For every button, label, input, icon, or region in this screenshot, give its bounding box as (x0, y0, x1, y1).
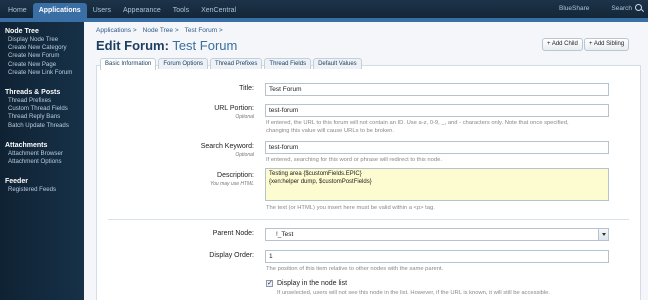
breadcrumb-test-forum[interactable]: Test Forum > (185, 27, 223, 34)
url-portion-hint-line: If entered, the URL to this forum will n… (266, 120, 569, 126)
sidebar-section-node-tree: Node Tree Display Node Tree Create New C… (0, 26, 84, 77)
search-keyword-hint: If entered, searching for this word or p… (266, 157, 442, 163)
display-order-input[interactable]: 1 (265, 250, 609, 263)
sidebar-heading[interactable]: Feeder (0, 176, 84, 186)
search-keyword-label: Search Keyword: (200, 143, 254, 150)
sidebar-item-create-link-forum[interactable]: Create New Link Forum (0, 69, 84, 77)
sidebar-heading[interactable]: Attachments (0, 140, 84, 150)
display-in-node-list-label[interactable]: Display in the node list (277, 280, 347, 287)
display-in-node-list-hint: If unselected, users will not see this n… (277, 290, 551, 296)
tab-basic-information[interactable]: Basic Information (100, 58, 157, 70)
breadcrumb-node-tree[interactable]: Node Tree > (143, 27, 179, 34)
sidebar-item-create-page[interactable]: Create New Page (0, 61, 84, 69)
blueshare-link[interactable]: BlueShare (559, 3, 589, 15)
parent-node-select[interactable]: !_Test (265, 228, 609, 241)
tab-home[interactable]: Home (2, 3, 33, 18)
sidebar-heading[interactable]: Threads & Posts (0, 87, 84, 97)
description-hint: The text (or HTML) you insert here must … (266, 205, 435, 211)
description-line: Testing area {$customFields.EPIC} (269, 171, 362, 177)
breadcrumb-applications[interactable]: Applications > (96, 27, 137, 34)
description-textarea[interactable]: Testing area {$customFields.EPIC} {xen:h… (265, 168, 609, 201)
sidebar-item-attachment-options[interactable]: Attachment Options (0, 158, 84, 166)
top-nav: Home Applications Users Appearance Tools… (2, 3, 242, 18)
url-portion-input[interactable]: test-forum (265, 104, 609, 117)
page-title: Edit Forum: Test Forum (96, 38, 237, 53)
sidebar-item-thread-prefixes[interactable]: Thread Prefixes (0, 97, 84, 105)
parent-node-label: Parent Node: (212, 230, 254, 237)
search-keyword-optional: Optional (235, 152, 254, 158)
main-content: Applications > Node Tree > Test Forum > … (84, 22, 648, 300)
tab-applications[interactable]: Applications (32, 3, 87, 18)
sidebar-heading[interactable]: Node Tree (0, 26, 84, 36)
sidebar-item-attachment-browser[interactable]: Attachment Browser (0, 150, 84, 158)
search-label: Search (611, 5, 632, 12)
sidebar: Node Tree Display Node Tree Create New C… (0, 22, 84, 300)
url-portion-hint: If entered, the URL to this forum will n… (266, 120, 606, 135)
parent-node-value: !_Test (276, 231, 294, 238)
url-portion-optional: Optional (235, 114, 254, 120)
description-line: {xen:helper dump, $customPostFields} (269, 178, 372, 185)
top-navigation-bar: Home Applications Users Appearance Tools… (0, 0, 648, 18)
sidebar-section-threads: Threads & Posts Thread Prefixes Custom T… (0, 87, 84, 130)
description-sublabel: You may use HTML (210, 181, 254, 187)
add-child-button[interactable]: + Add Child (542, 38, 583, 51)
sidebar-item-custom-thread-fields[interactable]: Custom Thread Fields (0, 105, 84, 113)
title-input[interactable]: Test Forum (265, 83, 609, 96)
add-sibling-button[interactable]: + Add Sibling (584, 38, 630, 51)
tab-default-values[interactable]: Default Values (313, 58, 362, 69)
search-icon (635, 4, 642, 11)
tab-thread-fields[interactable]: Thread Fields (264, 58, 312, 69)
sidebar-item-batch-update-threads[interactable]: Batch Update Threads (0, 122, 84, 130)
tab-users[interactable]: Users (87, 3, 117, 18)
tab-xencentral[interactable]: XenCentral (195, 3, 242, 18)
form-divider (108, 219, 629, 220)
sidebar-item-registered-feeds[interactable]: Registered Feeds (0, 186, 84, 194)
top-right-links: BlueShare Search (537, 3, 642, 15)
display-order-label: Display Order: (209, 252, 254, 259)
tab-tools[interactable]: Tools (167, 3, 195, 18)
display-in-node-list-checkbox[interactable] (266, 279, 273, 287)
search-link[interactable]: Search (611, 3, 642, 15)
tab-thread-prefixes[interactable]: Thread Prefixes (210, 58, 263, 69)
url-portion-label: URL Portion: (214, 105, 254, 112)
sidebar-item-display-node-tree[interactable]: Display Node Tree (0, 36, 84, 44)
form-tabs: Basic Information Forum Options Thread P… (100, 58, 364, 70)
sidebar-item-create-category[interactable]: Create New Category (0, 44, 84, 52)
sidebar-section-attachments: Attachments Attachment Browser Attachmen… (0, 140, 84, 166)
display-order-hint: The position of this item relative to ot… (266, 266, 444, 272)
description-label: Description: (217, 172, 254, 179)
chevron-down-icon[interactable] (598, 229, 608, 240)
url-portion-hint-line: changing this value will cause URLs to b… (266, 127, 394, 134)
sidebar-item-thread-reply-bans[interactable]: Thread Reply Bans (0, 113, 84, 121)
page-title-name: Test Forum (172, 38, 238, 53)
tab-forum-options[interactable]: Forum Options (158, 58, 209, 69)
search-keyword-input[interactable]: test-forum (265, 141, 609, 154)
page-title-prefix: Edit Forum: (96, 38, 169, 53)
sidebar-section-feeder: Feeder Registered Feeds (0, 176, 84, 194)
sidebar-item-create-forum[interactable]: Create New Forum (0, 52, 84, 60)
tab-appearance[interactable]: Appearance (117, 3, 167, 18)
breadcrumb: Applications > Node Tree > Test Forum > (96, 27, 229, 34)
title-label: Title: (239, 85, 254, 92)
